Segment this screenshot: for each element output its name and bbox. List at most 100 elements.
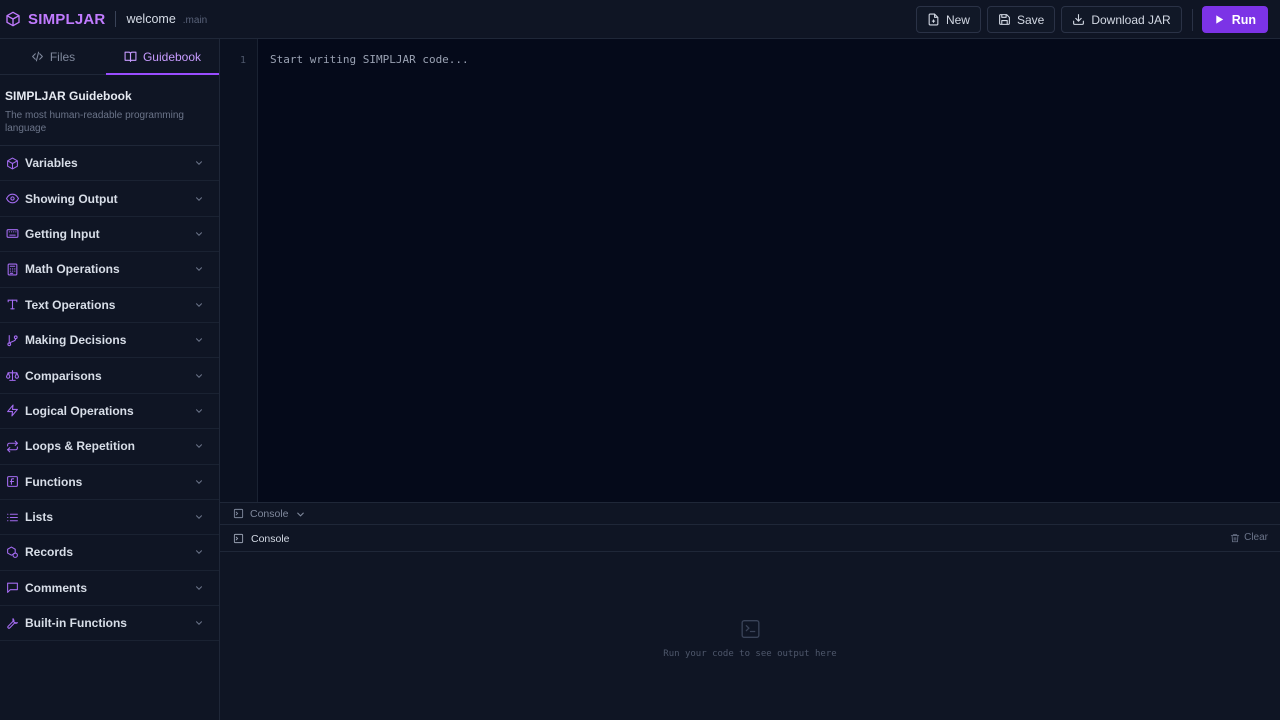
topic-label: Built-in Functions [25,616,127,631]
topic-label: Loops & Repetition [25,439,135,454]
editor-placeholder: Start writing SIMPLJAR code... [270,53,469,66]
tab-files-label: Files [49,49,76,64]
topic-text-operations[interactable]: Text Operations [0,288,219,323]
chevron-down-icon [194,158,204,168]
branch-icon [6,334,19,347]
save-button-label: Save [1016,12,1045,27]
chevron-down-icon [194,406,204,416]
chevron-down-icon [194,194,204,204]
comment-icon [6,581,19,594]
brand-name: SIMPLJAR [28,10,106,28]
terminal-icon [740,619,761,639]
topic-loops-repetition[interactable]: Loops & Repetition [0,429,219,465]
topic-logical-operations[interactable]: Logical Operations [0,394,219,430]
topic-variables[interactable]: Variables [0,146,219,182]
play-icon [1214,14,1232,25]
save-button[interactable]: Save [986,6,1056,33]
topic-records[interactable]: Records [0,535,219,571]
chevron-down-icon [194,441,204,451]
run-button[interactable]: Run [1201,6,1268,33]
terminal-icon [233,508,244,519]
chevron-down-icon [194,512,204,522]
download-icon [1072,13,1091,26]
clear-console-button[interactable]: Clear [1230,532,1268,543]
run-button-label: Run [1231,12,1256,27]
topic-label: Variables [25,156,78,171]
zap-icon [6,404,19,417]
brand-divider [115,11,117,27]
topic-making-decisions[interactable]: Making Decisions [0,323,219,359]
repeat-icon [6,440,19,453]
file-name[interactable]: welcome [126,12,175,26]
guidebook-header: SIMPLJAR Guidebook The most human-readab… [0,75,219,146]
box-icon [6,157,19,170]
chevron-down-icon [194,547,204,557]
code-icon [31,50,50,63]
sidebar-tabs: Files Guidebook [0,39,219,75]
topic-comparisons[interactable]: Comparisons [0,358,219,394]
console-empty-message: Run your code to see output here [663,649,837,659]
topic-label: Records [25,545,74,560]
topic-showing-output[interactable]: Showing Output [0,181,219,217]
guidebook-subtitle: The most human-readable programming lang… [5,110,184,134]
chevron-down-icon [194,583,204,593]
type-icon [6,298,19,311]
file-plus-icon [927,13,946,26]
tab-guidebook-label: Guidebook [142,49,202,64]
console-panel-toggle[interactable]: Console [220,502,1280,525]
tab-guidebook[interactable]: Guidebook [106,39,219,75]
topic-math-operations[interactable]: Math Operations [0,252,219,288]
topic-label: Functions [25,474,83,489]
clear-label: Clear [1244,532,1268,543]
new-button-label: New [945,12,970,27]
chevron-down-icon [194,371,204,381]
records-icon [6,546,19,559]
topic-built-in-functions[interactable]: Built-in Functions [0,606,219,642]
line-number-gutter: 1 [220,39,258,502]
keyboard-icon [6,227,19,240]
toolbar-actions: New Save Download JAR Run [915,0,1280,39]
terminal-icon [233,533,244,544]
chevron-down-icon [194,618,204,628]
topic-label: Getting Input [25,226,100,241]
chevron-down-icon [194,264,204,274]
topic-label: Making Decisions [25,333,127,348]
topic-getting-input[interactable]: Getting Input [0,217,219,253]
download-jar-button[interactable]: Download JAR [1061,6,1182,33]
topic-label: Text Operations [25,297,116,312]
new-button[interactable]: New [915,6,981,33]
topic-functions[interactable]: Functions [0,465,219,500]
topic-comments[interactable]: Comments [0,571,219,607]
tab-files[interactable]: Files [0,39,106,74]
guidebook-title: SIMPLJAR Guidebook [5,89,132,103]
line-number: 1 [239,55,246,66]
trash-icon [1230,533,1244,543]
chevron-down-icon [194,335,204,345]
topic-lists[interactable]: Lists [0,500,219,536]
wrench-icon [6,617,19,630]
calculator-icon [6,263,19,276]
topic-label: Comparisons [25,368,102,383]
topic-label: Logical Operations [25,403,134,418]
chevron-down-icon [194,300,204,310]
console-output: Run your code to see output here [220,552,1280,720]
list-icon [6,511,19,524]
topic-label: Showing Output [25,191,118,206]
code-editor[interactable]: 1 Start writing SIMPLJAR code... [220,39,1280,502]
eye-icon [6,192,19,205]
console-panel-label: Console [250,507,289,520]
download-jar-label: Download JAR [1091,12,1171,27]
console-header: Console Clear [220,526,1280,552]
chevron-down-icon [194,229,204,239]
chevron-down-icon [194,477,204,487]
toolbar-divider [1191,8,1193,31]
topic-label: Math Operations [25,262,120,277]
topic-label: Comments [25,580,88,595]
branch-label: .main [182,14,208,26]
brand: SIMPLJAR [5,11,105,28]
console-title: Console [251,532,290,545]
box-logo-icon [5,11,21,27]
book-icon [124,50,143,63]
sidebar: Files Guidebook SIMPLJAR Guidebook The m… [0,39,220,720]
top-bar: SIMPLJAR welcome .main New Save Download… [0,0,1280,39]
